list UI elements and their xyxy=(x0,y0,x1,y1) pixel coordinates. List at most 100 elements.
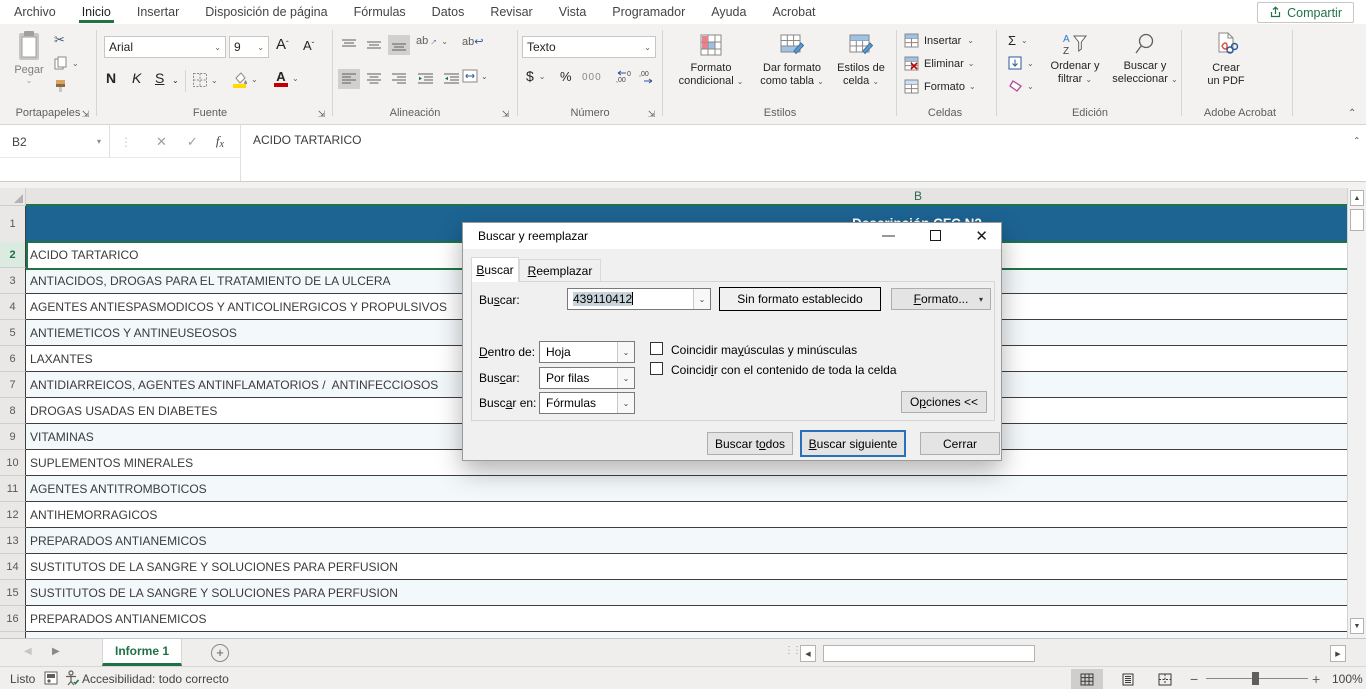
scroll-left-icon[interactable]: ◀ xyxy=(800,645,816,662)
borders-button[interactable]: ⌄ xyxy=(192,72,218,88)
add-sheet-button[interactable]: + xyxy=(211,644,229,662)
alignment-dialog-launcher[interactable]: ⇲ xyxy=(500,109,511,120)
within-dropdown-icon[interactable]: ⌄ xyxy=(617,342,634,362)
tab-reemplazar[interactable]: Reemplazar xyxy=(519,259,601,282)
next-sheet-icon[interactable]: ▶ xyxy=(52,646,60,657)
ribbon-tab-acrobat[interactable]: Acrobat xyxy=(759,0,828,24)
collapse-ribbon-button[interactable]: ⌃ xyxy=(1348,108,1356,119)
ribbon-tab-programador[interactable]: Programador xyxy=(599,0,698,24)
increase-decimal-button[interactable]: ,000 xyxy=(614,70,632,84)
find-next-button[interactable]: Buscar siguiente xyxy=(800,430,906,457)
page-layout-view-button[interactable] xyxy=(1112,669,1144,689)
font-dialog-launcher[interactable]: ⇲ xyxy=(316,109,327,120)
align-left-button[interactable] xyxy=(338,69,360,89)
column-header-b[interactable]: B xyxy=(26,188,1347,206)
underline-dropdown[interactable]: ⌄ xyxy=(172,76,179,85)
align-center-button[interactable] xyxy=(363,69,385,89)
orientation-button[interactable]: ab→⌄ xyxy=(416,35,448,47)
formula-bar-expand-icon[interactable]: ⌄ xyxy=(1353,134,1361,145)
row-header[interactable]: 14 xyxy=(0,554,26,580)
increase-indent-button[interactable] xyxy=(440,69,462,89)
row-header[interactable]: 2 xyxy=(0,242,26,268)
zoom-out-icon[interactable]: − xyxy=(1190,671,1198,687)
close-button[interactable]: Cerrar xyxy=(920,432,1000,455)
row-header[interactable]: 16 xyxy=(0,606,26,632)
wrap-text-button[interactable]: ab↩ xyxy=(462,35,483,48)
create-pdf-button[interactable]: Crearun PDF xyxy=(1196,32,1256,88)
conditional-formatting-button[interactable]: Formatocondicional ⌄ xyxy=(668,34,754,88)
fill-color-button[interactable]: ⌄ xyxy=(232,70,258,88)
format-cells-button[interactable]: Formato⌄ xyxy=(904,79,976,94)
accessibility-icon[interactable] xyxy=(64,670,79,686)
paste-button[interactable]: Pegar ⌄ xyxy=(8,30,50,85)
select-all-corner[interactable] xyxy=(0,188,26,206)
insert-cells-button[interactable]: Insertar⌄ xyxy=(904,33,974,48)
page-break-view-button[interactable] xyxy=(1149,669,1181,689)
search-order-combo[interactable]: Por filas⌄ xyxy=(539,367,635,389)
autosum-button[interactable]: Σ⌄ xyxy=(1008,33,1028,48)
row-header[interactable]: 5 xyxy=(0,320,26,346)
no-format-preview[interactable]: Sin formato establecido xyxy=(719,287,881,311)
ribbon-tab-revisar[interactable]: Revisar xyxy=(477,0,545,24)
ribbon-tab-datos[interactable]: Datos xyxy=(419,0,478,24)
vertical-scroll-thumb[interactable] xyxy=(1350,209,1364,231)
options-button[interactable]: Opciones << xyxy=(901,391,987,413)
cell-styles-button[interactable]: Estilos decelda ⌄ xyxy=(830,34,892,88)
insert-function-icon[interactable]: fx xyxy=(216,133,224,150)
cell[interactable]: AGENTES ANTITROMBOTICOS xyxy=(26,476,1347,502)
cancel-icon[interactable]: ✕ xyxy=(156,134,167,150)
align-top-button[interactable] xyxy=(338,35,360,55)
match-entire-cell-checkbox[interactable] xyxy=(650,362,663,375)
grow-font-button[interactable]: Aˆ xyxy=(276,36,289,53)
scroll-up-icon[interactable]: ▲ xyxy=(1350,190,1364,206)
comma-style-button[interactable]: 000 xyxy=(582,72,602,83)
clipboard-dialog-launcher[interactable]: ⇲ xyxy=(80,109,91,120)
font-size-combo[interactable]: 9⌄ xyxy=(229,36,269,58)
formula-grip[interactable]: ⋮ xyxy=(120,135,132,149)
row-header[interactable]: 9 xyxy=(0,424,26,450)
name-box[interactable]: B2▾ xyxy=(0,125,110,158)
format-as-table-button[interactable]: Dar formatocomo tabla ⌄ xyxy=(752,34,832,88)
clear-button[interactable]: ⌄ xyxy=(1008,79,1034,93)
enter-icon[interactable]: ✓ xyxy=(187,134,198,150)
decrease-decimal-button[interactable]: ,00 xyxy=(638,70,656,84)
row-header[interactable]: 7 xyxy=(0,372,26,398)
copy-button[interactable]: ⌄ xyxy=(54,56,79,70)
scroll-down-icon[interactable]: ▼ xyxy=(1350,618,1364,634)
percent-button[interactable]: % xyxy=(560,69,572,84)
sort-filter-button[interactable]: AZ Ordenar yfiltrar ⌄ xyxy=(1042,32,1108,86)
number-dialog-launcher[interactable]: ⇲ xyxy=(646,109,657,120)
italic-button[interactable]: K xyxy=(132,70,141,86)
ribbon-tab-vista[interactable]: Vista xyxy=(546,0,600,24)
dialog-title-bar[interactable]: Buscar y reemplazar xyxy=(463,223,1001,249)
ribbon-tab-inicio[interactable]: Inicio xyxy=(69,0,124,24)
find-what-dropdown-icon[interactable]: ⌄ xyxy=(693,289,710,309)
row-header[interactable]: 11 xyxy=(0,476,26,502)
ribbon-tab-archivo[interactable]: Archivo xyxy=(1,0,69,24)
row-header[interactable]: 4 xyxy=(0,294,26,320)
find-what-combo[interactable]: 439110412 ⌄ xyxy=(567,288,711,310)
decrease-indent-button[interactable] xyxy=(414,69,436,89)
find-all-button[interactable]: Buscar todos xyxy=(707,432,793,455)
cell[interactable]: ANTIHEMORRAGICOS xyxy=(26,502,1347,528)
normal-view-button[interactable] xyxy=(1071,669,1103,689)
ribbon-tab-f-rmulas[interactable]: Fórmulas xyxy=(341,0,419,24)
look-in-dropdown-icon[interactable]: ⌄ xyxy=(617,393,634,413)
ribbon-tab-ayuda[interactable]: Ayuda xyxy=(698,0,759,24)
row-header[interactable]: 12 xyxy=(0,502,26,528)
cell[interactable]: SUSTITUTOS DE LA SANGRE Y SOLUCIONES PAR… xyxy=(26,554,1347,580)
bold-button[interactable]: N xyxy=(106,70,116,86)
find-select-button[interactable]: Buscar yseleccionar ⌄ xyxy=(1108,32,1182,86)
number-format-combo[interactable]: Texto⌄ xyxy=(522,36,656,58)
row-header[interactable]: 10 xyxy=(0,450,26,476)
row-header[interactable]: 13 xyxy=(0,528,26,554)
row-header[interactable]: 1 xyxy=(0,206,26,242)
row-header[interactable]: 15 xyxy=(0,580,26,606)
delete-cells-button[interactable]: Eliminar⌄ xyxy=(904,56,974,71)
scroll-right-icon[interactable]: ▶ xyxy=(1330,645,1346,662)
fill-button[interactable]: ⌄ xyxy=(1008,56,1034,70)
ribbon-tab-disposici-n-de-p-gina[interactable]: Disposición de página xyxy=(192,0,340,24)
zoom-in-icon[interactable]: + xyxy=(1312,671,1320,687)
format-painter-button[interactable] xyxy=(54,79,68,93)
row-header[interactable]: 8 xyxy=(0,398,26,424)
